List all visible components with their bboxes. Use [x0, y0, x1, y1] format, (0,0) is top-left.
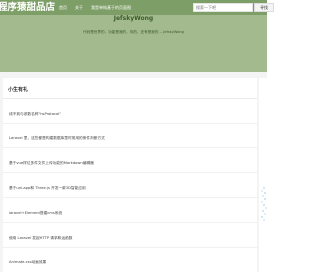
row-divider	[3, 197, 257, 198]
row-divider	[3, 222, 257, 223]
main-content: 小生有礼 线不到与参数名称"hsProtocol" Laravel 里，这些都是…	[0, 72, 267, 272]
post-link[interactable]: 基于uni-app和 Three.js 开发一款3D智能应用	[9, 186, 86, 191]
top-navigation-bar: 程序猿甜品店 首页 关于 我是单纯基于的页面图 寻找	[0, 0, 274, 15]
right-sidebar-card	[259, 78, 267, 272]
hero-banner	[0, 15, 267, 72]
hero-title: JefskyWong	[113, 15, 154, 22]
search-button[interactable]: 寻找	[254, 3, 274, 12]
row-divider	[3, 247, 257, 248]
section-title: 小生有礼	[8, 87, 29, 93]
section-divider	[3, 98, 257, 99]
row-divider	[3, 123, 257, 124]
post-link[interactable]: 线不到与参数名称"hsProtocol"	[9, 112, 61, 117]
post-link[interactable]: Laravel 里，这些都是构建数据库里时常用的条件判断方式	[9, 136, 105, 141]
hero-subtitle: 代码是世界的，功能是我的，你的，还有是我的 -- JefskyWong	[83, 30, 184, 34]
post-link[interactable]: 基于vue样位多件文件上传功能的Markdown编辑器	[9, 161, 94, 166]
decorative-dots-icon	[261, 187, 267, 221]
nav-about[interactable]: 关于	[75, 0, 83, 15]
search-input[interactable]	[193, 3, 253, 12]
post-list-card: 小生有礼 线不到与参数名称"hsProtocol" Laravel 里，这些都是…	[3, 78, 257, 272]
post-link[interactable]: Animate.css动画效果	[9, 260, 46, 265]
row-divider	[3, 147, 257, 148]
post-link[interactable]: 使用 Laravel 发起HTTP 请求和运函数	[9, 236, 72, 241]
post-link[interactable]: laravel+Element搭建cms系统	[9, 211, 62, 216]
nav-home[interactable]: 首页	[59, 0, 67, 15]
site-logo[interactable]: 程序猿甜品店	[0, 0, 55, 15]
row-divider	[3, 172, 257, 173]
nav-page[interactable]: 我是单纯基于的页面图	[91, 0, 131, 15]
